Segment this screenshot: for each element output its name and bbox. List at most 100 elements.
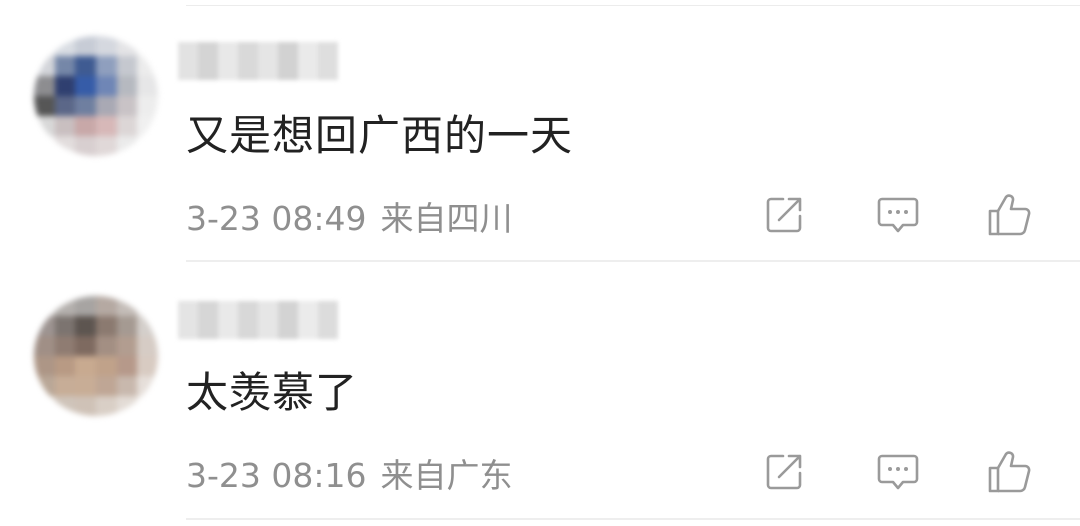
- avatar-pixel: [95, 136, 117, 156]
- avatar-pixel: [116, 96, 138, 116]
- avatar-pixel: [75, 136, 96, 156]
- comment-item: 又是想回广西的一天 3-23 08:49 来自四川: [0, 6, 1080, 266]
- reply-button[interactable]: [875, 449, 921, 495]
- avatar-pixel: [137, 116, 158, 136]
- avatar-pixel: [75, 396, 96, 416]
- share-button[interactable]: [761, 192, 807, 238]
- username-pixel: [218, 42, 238, 80]
- comment-time: 3-23 08:49: [186, 199, 367, 238]
- avatar-pixel: [116, 356, 138, 376]
- avatar-pixel: [34, 356, 55, 376]
- avatar-pixel: [34, 316, 55, 336]
- comment-divider: [186, 260, 1080, 262]
- username-pixel: [298, 42, 318, 80]
- avatar-pixel: [95, 96, 117, 116]
- username-pixel: [198, 301, 218, 339]
- avatar-pixel: [116, 376, 138, 396]
- avatar-pixel: [54, 36, 76, 56]
- avatar-pixel: [137, 336, 158, 356]
- avatar-pixel: [75, 376, 96, 396]
- avatar-pixel: [54, 376, 76, 396]
- avatar-pixel: [137, 376, 158, 396]
- username-pixel: [318, 42, 338, 80]
- username-pixel: [238, 301, 258, 339]
- comment-time: 3-23 08:16: [186, 456, 367, 495]
- comment-text: 又是想回广西的一天: [186, 111, 574, 160]
- avatar-pixel: [116, 116, 138, 136]
- avatar-pixel: [116, 36, 138, 56]
- share-icon: [766, 454, 802, 490]
- avatar-pixel: [75, 76, 96, 96]
- avatar-pixel: [75, 116, 96, 136]
- avatar-pixel: [54, 336, 76, 356]
- avatar-pixel: [116, 136, 138, 156]
- avatar-pixel: [95, 296, 117, 316]
- avatar-pixel: [75, 56, 96, 76]
- avatar-pixel: [116, 316, 138, 336]
- comment-location: 来自四川: [380, 199, 513, 238]
- avatar-pixel: [34, 336, 55, 356]
- share-button[interactable]: [761, 449, 807, 495]
- username-pixel: [238, 42, 258, 80]
- avatar-pixel: [137, 396, 158, 416]
- avatar-pixel: [95, 356, 117, 376]
- username-pixel: [278, 42, 298, 80]
- avatar-pixel: [54, 76, 76, 96]
- avatar-pixel: [137, 36, 158, 56]
- username-blurred[interactable]: [178, 42, 338, 80]
- comment-icon: [877, 454, 919, 490]
- avatar-pixel: [54, 356, 76, 376]
- avatar-pixel: [95, 396, 117, 416]
- share-icon: [766, 197, 802, 233]
- comment-divider: [186, 518, 1080, 520]
- avatar-pixel: [54, 396, 76, 416]
- comment-meta: 3-23 08:49 来自四川: [186, 192, 513, 240]
- avatar-pixel: [54, 136, 76, 156]
- avatar-pixel: [75, 296, 96, 316]
- avatar-pixel: [34, 96, 55, 116]
- avatar-pixel: [95, 376, 117, 396]
- avatar-pixel: [95, 36, 117, 56]
- avatar-pixel: [95, 116, 117, 136]
- avatar-pixel: [116, 296, 138, 316]
- avatar-pixel: [75, 316, 96, 336]
- reply-button[interactable]: [875, 192, 921, 238]
- avatar-pixel: [137, 296, 158, 316]
- username-pixel: [258, 301, 278, 339]
- avatar-pixel: [116, 336, 138, 356]
- avatar-pixel: [137, 316, 158, 336]
- username-pixel: [198, 42, 218, 80]
- username-pixel: [178, 301, 198, 339]
- avatar-pixel: [116, 396, 138, 416]
- thumbs-up-icon: [988, 194, 1031, 236]
- avatar-pixel: [116, 56, 138, 76]
- avatar-pixel: [95, 76, 117, 96]
- avatar[interactable]: [34, 296, 158, 416]
- username-pixel: [318, 301, 338, 339]
- avatar-pixel: [34, 376, 55, 396]
- username-pixel: [218, 301, 238, 339]
- avatar-pixel: [34, 136, 55, 156]
- username-blurred[interactable]: [178, 301, 338, 339]
- avatar-pixel: [34, 116, 55, 136]
- avatar-pixel: [34, 76, 55, 96]
- avatar-pixel: [75, 36, 96, 56]
- avatar-pixel: [75, 336, 96, 356]
- avatar-pixel: [137, 76, 158, 96]
- avatar-pixel: [54, 296, 76, 316]
- avatar-pixel: [137, 96, 158, 116]
- avatar-pixel: [137, 136, 158, 156]
- like-button[interactable]: [987, 192, 1033, 238]
- comment-icon: [877, 197, 919, 233]
- avatar-pixel: [54, 116, 76, 136]
- avatar-pixel: [75, 356, 96, 376]
- avatar[interactable]: [34, 36, 158, 156]
- avatar-pixel: [95, 56, 117, 76]
- comment-text: 太羡慕了: [186, 368, 359, 417]
- comment-item: 太羡慕了 3-23 08:16 来自广东: [0, 263, 1080, 523]
- like-button[interactable]: [987, 449, 1033, 495]
- avatar-pixel: [34, 56, 55, 76]
- avatar-pixel: [34, 396, 55, 416]
- avatar-pixel: [54, 96, 76, 116]
- avatar-pixel: [34, 296, 55, 316]
